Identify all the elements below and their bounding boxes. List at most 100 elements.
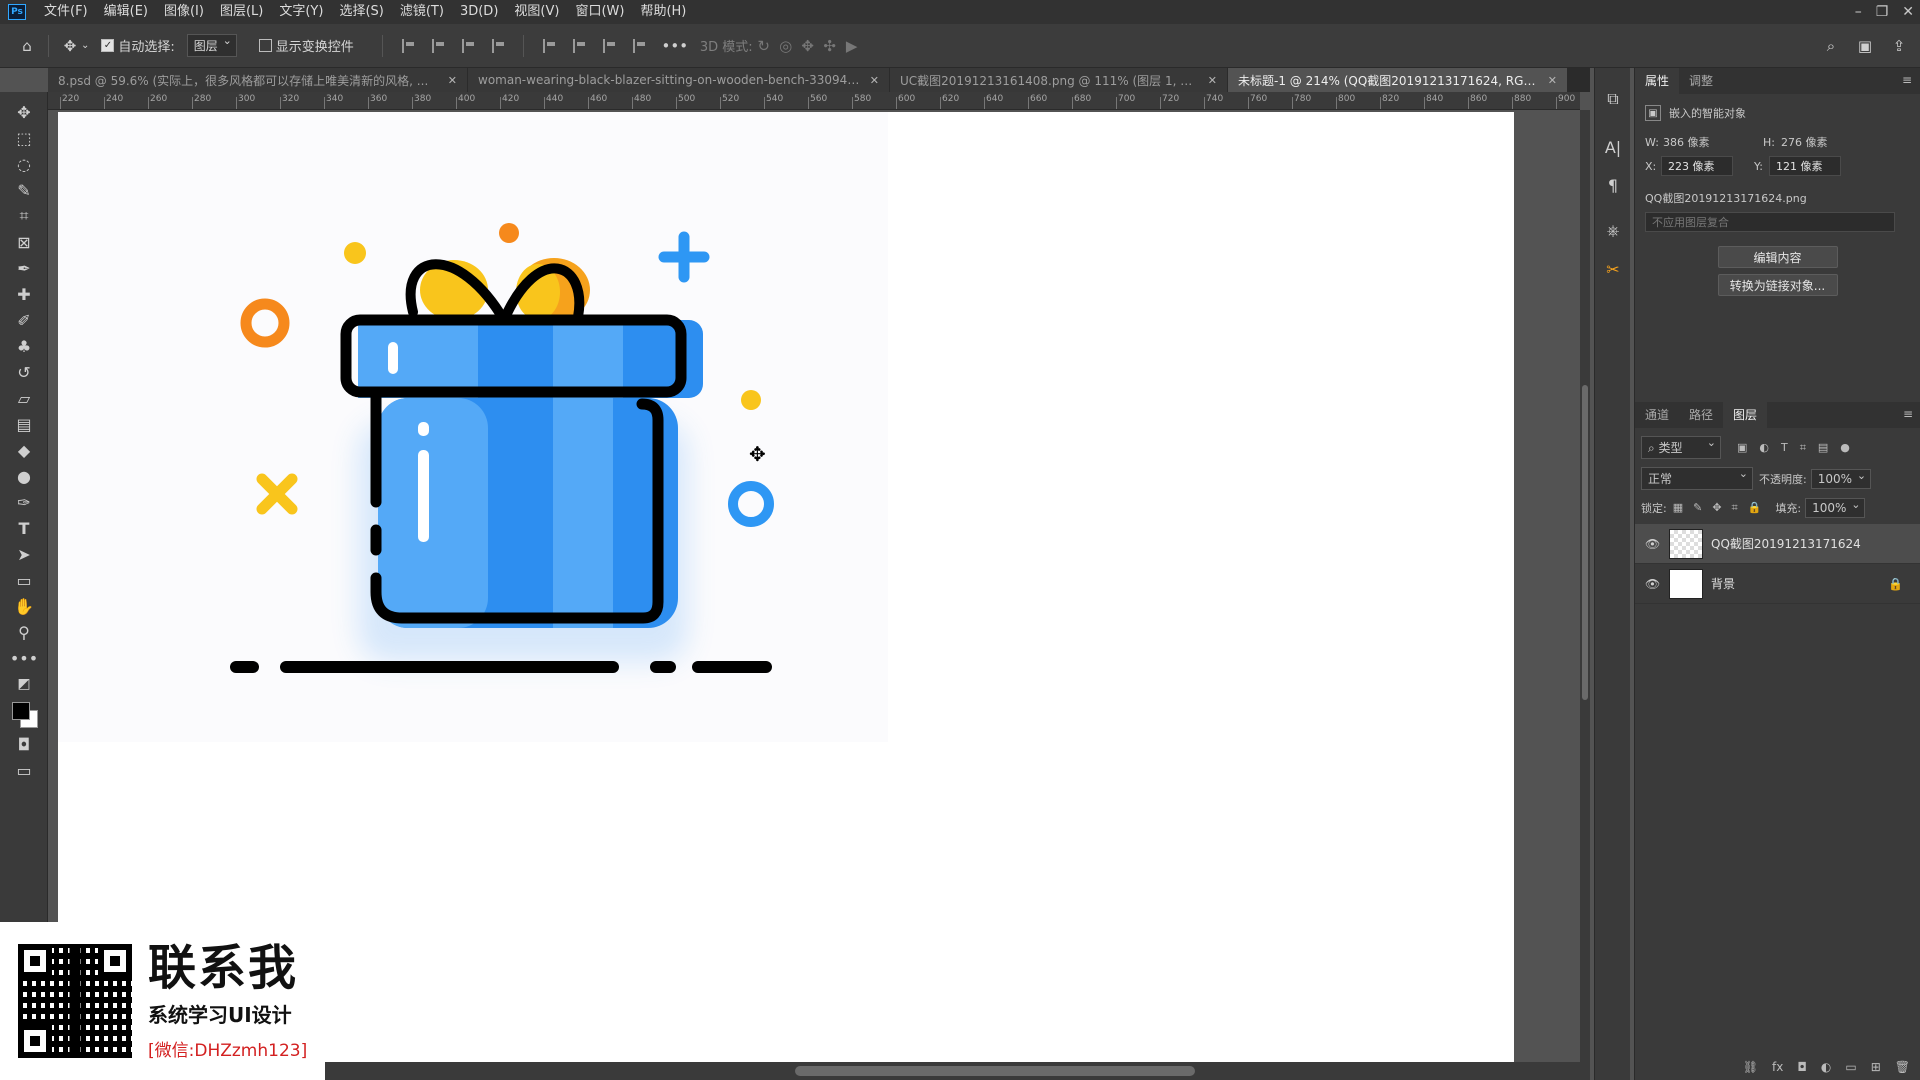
align-top-icon[interactable] [542,38,555,53]
blend-mode-dropdown[interactable]: 正常 [1641,467,1753,490]
eyedropper-tool-icon[interactable]: ✒ [6,256,42,280]
tool-preset-chevron-icon[interactable]: ⌄ [81,40,89,51]
distribute-icon[interactable] [491,38,504,53]
paragraph-panel-icon[interactable]: ¶ [1598,170,1628,200]
home-icon[interactable]: ⌂ [16,35,38,57]
adjustment-layer-icon[interactable]: ◐ [1821,1060,1831,1074]
character-panel-icon[interactable]: A| [1598,132,1628,162]
share-icon[interactable]: ⇪ [1888,35,1910,57]
layer-row[interactable]: 👁 QQ截图20191213171624 [1635,524,1920,564]
screen-mode-icon[interactable]: ▭ [6,758,42,782]
document-canvas[interactable]: ✥ [58,112,1514,1062]
height-field[interactable]: 276 像素 [1781,134,1828,150]
menu-file[interactable]: 文件(F) [36,0,96,24]
eraser-tool-icon[interactable]: ▱ [6,386,42,410]
clone-stamp-icon[interactable]: ♣ [6,334,42,358]
menu-view[interactable]: 视图(V) [506,0,567,24]
close-icon[interactable]: ✕ [870,74,879,87]
tab-adjustments[interactable]: 调整 [1679,68,1723,94]
layer-name[interactable]: 背景 [1711,575,1735,592]
auto-select-dropdown[interactable]: 图层 [186,34,237,57]
edit-contents-button[interactable]: 编辑内容 [1717,246,1838,268]
show-transform-checkbox[interactable] [258,39,272,52]
menu-layer[interactable]: 图层(L) [212,0,271,24]
horizontal-scroll-thumb[interactable] [795,1066,1195,1076]
menu-edit[interactable]: 编辑(E) [96,0,156,24]
history-brush-icon[interactable]: ↺ [6,360,42,384]
hand-tool-icon[interactable]: ✋ [6,594,42,618]
menu-help[interactable]: 帮助(H) [632,0,694,24]
path-select-tool-icon[interactable]: ➤ [6,542,42,566]
pen-tool-icon[interactable]: ✑ [6,490,42,514]
delete-layer-icon[interactable]: 🗑 [1895,1060,1910,1074]
tab-paths[interactable]: 路径 [1679,402,1723,428]
layer-filter-icons[interactable]: ▣◐T⌗▤● [1737,441,1862,455]
minimize-icon[interactable]: – [1855,4,1862,20]
brush-tool-icon[interactable]: ✐ [6,308,42,332]
menu-image[interactable]: 图像(I) [156,0,212,24]
type-tool-icon[interactable]: T [6,516,42,540]
panel-menu-icon[interactable]: ≡ [1902,73,1912,87]
edit-toolbar-icon[interactable]: ••• [6,646,42,670]
layer-filter-dropdown[interactable]: ⌕ 类型 [1641,436,1721,459]
quick-select-tool-icon[interactable]: ✎ [6,178,42,202]
y-position-field[interactable]: 121 像素 [1769,156,1841,176]
close-icon[interactable]: ✕ [1902,4,1914,20]
visibility-eye-icon[interactable]: 👁 [1645,537,1663,551]
frame-tool-icon[interactable]: ⊠ [6,230,42,254]
tab-layers[interactable]: 图层 [1723,402,1768,428]
close-icon[interactable]: ✕ [1208,74,1217,87]
quick-mask-icon[interactable]: ◘ [6,732,42,756]
auto-select-checkbox[interactable]: ✓ [101,39,115,52]
layer-name[interactable]: QQ截图20191213171624 [1711,535,1861,552]
fx-icon[interactable]: fx [1772,1060,1783,1074]
menu-3d[interactable]: 3D(D) [452,0,506,24]
opacity-field[interactable]: 100% [1810,468,1872,489]
tool-presets-icon[interactable]: ✂ [1598,254,1628,284]
visibility-eye-icon[interactable]: 👁 [1645,577,1663,591]
tab-document-active[interactable]: 未标题-1 @ 214% (QQ截图20191213171624, RGB/8)… [1228,68,1568,92]
move-tool-icon[interactable]: ✥ [59,35,81,57]
new-layer-icon[interactable]: ⊞ [1871,1060,1881,1074]
align-bottom-icon[interactable] [602,38,615,53]
distribute-vertical-icon[interactable] [632,38,645,53]
crop-tool-icon[interactable]: ⌗ [6,204,42,228]
x-position-field[interactable]: 223 像素 [1661,156,1733,176]
new-group-icon[interactable]: ▭ [1845,1060,1856,1074]
align-left-icon[interactable] [401,38,414,53]
layer-row[interactable]: 👁 背景 🔒 [1635,564,1920,604]
tab-document-2[interactable]: woman-wearing-black-blazer-sitting-on-wo… [468,68,890,92]
tab-properties[interactable]: 属性 [1635,68,1680,94]
workspace-icon[interactable]: ▣ [1854,35,1876,57]
more-options-icon[interactable]: ••• [662,35,689,57]
dodge-tool-icon[interactable]: ● [6,464,42,488]
tab-channels[interactable]: 通道 [1635,402,1679,428]
link-layers-icon[interactable]: ⛓ [1743,1060,1758,1074]
history-panel-icon[interactable]: ⧉ [1598,84,1628,114]
fill-field[interactable]: 100% [1805,498,1866,518]
width-field[interactable]: 386 像素 [1663,134,1763,150]
layer-comp-dropdown[interactable]: 不应用图层复合 [1645,212,1895,232]
menu-type[interactable]: 文字(Y) [271,0,331,24]
vertical-scroll-thumb[interactable] [1582,385,1588,700]
gradient-tool-icon[interactable]: ▤ [6,412,42,436]
lasso-tool-icon[interactable]: ◌ [6,152,42,176]
menu-filter[interactable]: 滤镜(T) [392,0,452,24]
foreground-color-swatch[interactable] [12,702,30,720]
convert-to-linked-button[interactable]: 转换为链接对象... [1717,274,1838,296]
menu-select[interactable]: 选择(S) [331,0,391,24]
restore-icon[interactable]: ❐ [1876,4,1889,20]
align-center-icon[interactable] [431,38,444,53]
menu-window[interactable]: 窗口(W) [567,0,632,24]
color-swatches[interactable] [6,698,42,730]
rectangle-tool-icon[interactable]: ▭ [6,568,42,592]
panel-menu-icon[interactable]: ≡ [1903,407,1913,421]
default-colors-icon[interactable]: ◩ [6,672,42,696]
clone-source-icon[interactable]: ⎈ [1598,216,1628,246]
healing-brush-icon[interactable]: ✚ [6,282,42,306]
add-mask-icon[interactable]: ◘ [1797,1060,1807,1074]
close-icon[interactable]: ✕ [448,74,457,87]
zoom-tool-icon[interactable]: ⚲ [6,620,42,644]
blur-tool-icon[interactable]: ◆ [6,438,42,462]
marquee-tool-icon[interactable]: ⬚ [6,126,42,150]
